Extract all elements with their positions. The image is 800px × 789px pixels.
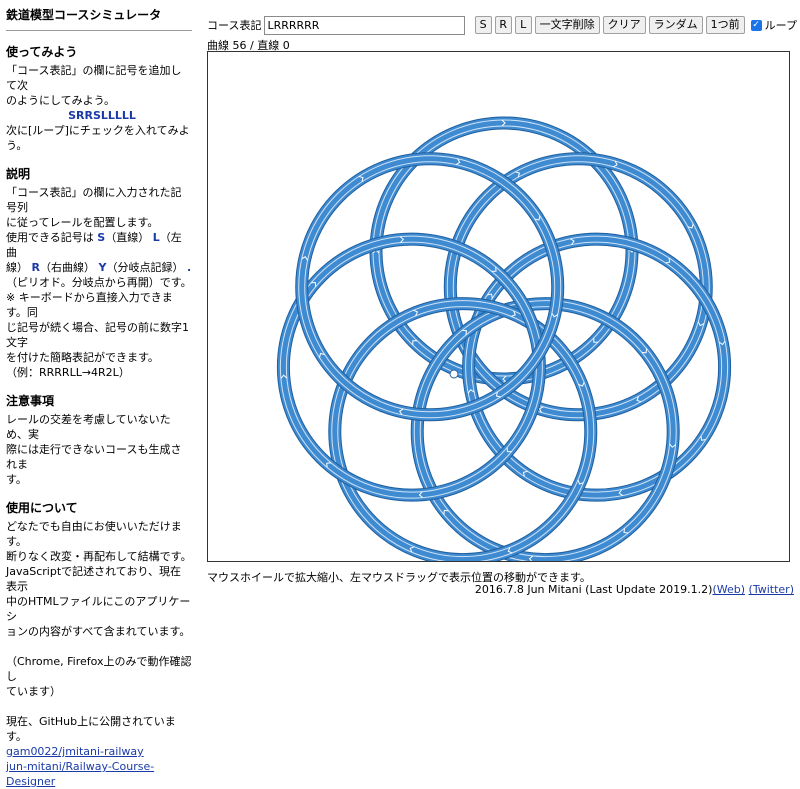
- desc-line: ※ キーボードから直接入力できます。同: [6, 291, 173, 319]
- add-r-button[interactable]: R: [494, 16, 512, 34]
- github-link-jun-mitani[interactable]: jun-mitani/Railway-Course-Designer: [6, 760, 154, 788]
- course-canvas[interactable]: [207, 51, 790, 567]
- use-line: 中のHTMLファイルにこのアプリケーシ: [6, 595, 191, 623]
- github-line: 現在、GitHub上に公開されています。: [6, 715, 176, 743]
- use-line: どなたでも自由にお使いいただけます。: [6, 520, 182, 548]
- desc-line: じ記号が続く場合、記号の前に数字1文字: [6, 321, 189, 349]
- start-point-marker: [449, 369, 459, 379]
- note-line: す。: [6, 473, 27, 486]
- clear-button[interactable]: クリア: [602, 16, 646, 34]
- desc-text: （右曲線）: [39, 261, 95, 274]
- sidebar: 鉄道模型コースシミュレータ 使ってみよう 「コース表記」の欄に記号を追加して次 …: [0, 0, 196, 788]
- use-line: ョンの内容がすべて含まれています。: [6, 625, 191, 638]
- use-heading: 使用について: [6, 501, 78, 515]
- desc-line: （ピリオド。分岐点から再開）です。: [6, 276, 192, 289]
- try-example-code: SRRSLLLLL: [68, 109, 136, 122]
- desc-text: 線）: [6, 261, 28, 274]
- use-line: 断りなく改変・再配布して結構です。: [6, 550, 192, 563]
- course-drawing: [276, 116, 732, 567]
- try-line: 次に[ループ]にチェックを入れてみよう。: [6, 124, 190, 152]
- desc-symbols-line: 使用できる記号は S（直線） L（左曲: [6, 230, 192, 260]
- desc-symbols-line: 線） R（右曲線） Y（分岐点記録） .: [6, 260, 192, 275]
- course-label: コース表記: [207, 19, 262, 32]
- try-line: 「コース表記」の欄に記号を追加して次: [6, 64, 182, 92]
- desc-line: を付けた簡略表記ができます。: [6, 351, 159, 364]
- use-line: JavaScriptで記述されており、現在表示: [6, 565, 182, 593]
- app-title: 鉄道模型コースシミュレータ: [6, 4, 192, 31]
- random-button[interactable]: ランダム: [648, 16, 703, 34]
- delete-char-button[interactable]: 一文字削除: [534, 16, 600, 34]
- symbol-period: .: [186, 261, 192, 274]
- toolbar: コース表記 S R L 一文字削除 クリア ランダム 1つ前 ✓ ループ: [207, 15, 797, 35]
- loop-label: ループ: [764, 19, 797, 32]
- symbol-l: L: [152, 231, 160, 244]
- loop-toggle[interactable]: ✓ ループ: [750, 17, 797, 33]
- try-line: のようにしてみよう。: [6, 94, 116, 107]
- undo-button[interactable]: 1つ前: [705, 16, 745, 34]
- desc-text: （分岐点記録）: [106, 261, 184, 274]
- use-line: ています）: [6, 685, 61, 698]
- add-s-button[interactable]: S: [474, 16, 492, 34]
- desc-line: に従ってレールを配置します。: [6, 216, 159, 229]
- try-heading: 使ってみよう: [6, 45, 78, 59]
- desc-text: 使用できる記号は: [6, 231, 94, 244]
- add-l-button[interactable]: L: [514, 16, 532, 34]
- rail-loop: [276, 232, 546, 502]
- loop-checkbox[interactable]: ✓: [750, 19, 762, 31]
- footer: 2016.7.8 Jun Mitani (Last Update 2019.1.…: [475, 583, 794, 596]
- note-line: 際には走行できないコースも生成されま: [6, 443, 182, 471]
- use-line: （Chrome, Firefox上のみで動作確認し: [6, 655, 192, 683]
- symbol-r: R: [31, 261, 40, 274]
- main-panel: コース表記 S R L 一文字削除 クリア ランダム 1つ前 ✓ ループ 曲線 …: [207, 0, 800, 600]
- footer-credit: 2016.7.8 Jun Mitani (Last Update 2019.1.…: [474, 583, 713, 596]
- web-link[interactable]: (Web): [712, 583, 745, 596]
- github-link-gam0022[interactable]: gam0022/jmitani-railway: [6, 745, 144, 758]
- desc-heading: 説明: [6, 167, 31, 181]
- note-line: レールの交差を考慮していないため、実: [6, 413, 171, 441]
- twitter-link[interactable]: (Twitter): [749, 583, 794, 596]
- rail-bed: [277, 233, 545, 501]
- desc-line: （例：RRRRLL→4R2L）: [6, 366, 130, 379]
- desc-line: 「コース表記」の欄に入力された記号列: [6, 186, 182, 214]
- course-input[interactable]: [264, 15, 465, 35]
- desc-text: （直線）: [105, 231, 150, 244]
- note-heading: 注意事項: [6, 394, 55, 408]
